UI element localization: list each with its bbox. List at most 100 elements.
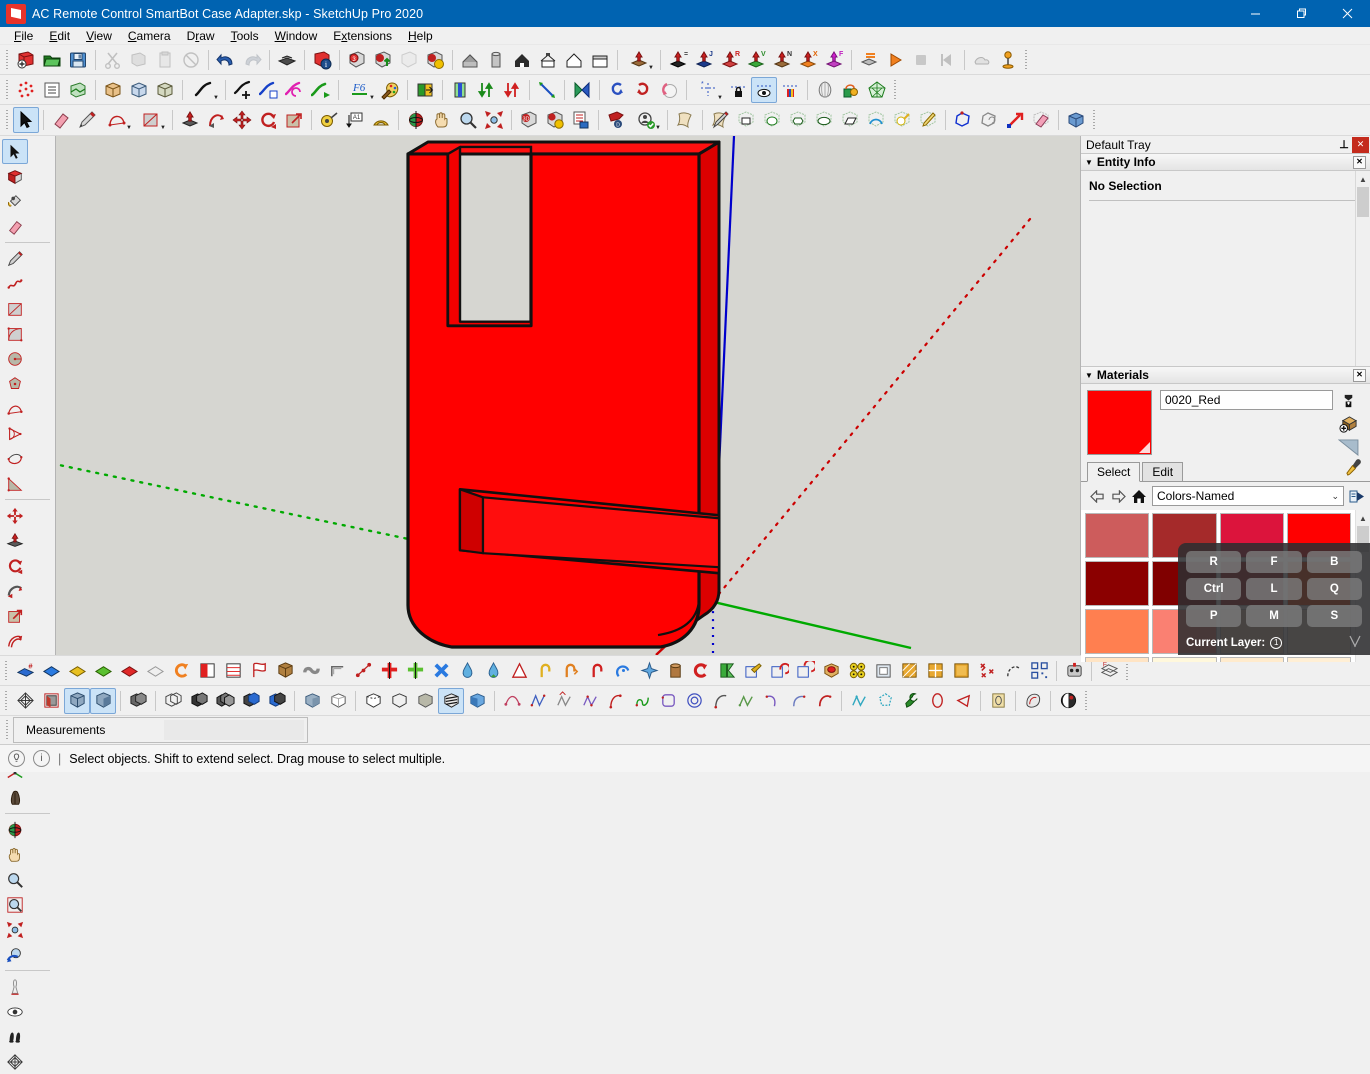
menu-edit[interactable]: Edit bbox=[41, 27, 78, 45]
wrench-icon[interactable] bbox=[898, 688, 924, 714]
solid-union-icon[interactable] bbox=[126, 77, 152, 103]
freehand-plus-icon[interactable] bbox=[230, 77, 256, 103]
pencil-icon[interactable] bbox=[74, 107, 100, 133]
tool-look-around-icon[interactable] bbox=[2, 999, 28, 1024]
style-texture-icon[interactable] bbox=[438, 687, 464, 714]
house-solid-icon[interactable] bbox=[509, 47, 535, 73]
model-info-icon[interactable]: i bbox=[309, 47, 335, 73]
display-secondary-icon[interactable] bbox=[1336, 437, 1360, 457]
tool-rectangle-icon[interactable] bbox=[2, 296, 28, 321]
tool-arc-icon[interactable] bbox=[2, 396, 28, 421]
create-material-icon[interactable] bbox=[1336, 391, 1360, 411]
menu-camera[interactable]: Camera bbox=[120, 27, 179, 45]
eraser-icon[interactable] bbox=[48, 107, 74, 133]
component-list-icon[interactable] bbox=[568, 107, 594, 133]
tool-eraser-icon[interactable] bbox=[2, 214, 28, 239]
polyline-cyan-icon[interactable] bbox=[846, 688, 872, 714]
zoom-extents-icon[interactable] bbox=[481, 107, 507, 133]
guide-color-icon[interactable] bbox=[777, 77, 803, 103]
dots-line-icon[interactable] bbox=[350, 658, 376, 684]
house-outline-icon[interactable] bbox=[561, 47, 587, 73]
tag-icon[interactable]: D bbox=[603, 107, 629, 133]
key-p[interactable]: P bbox=[1186, 605, 1242, 627]
paint-bucket-add-icon[interactable] bbox=[1336, 414, 1360, 434]
flip-up-down-icon[interactable] bbox=[499, 77, 525, 103]
copy-icon[interactable] bbox=[126, 47, 152, 73]
sandbox-icon[interactable] bbox=[13, 77, 39, 103]
shape-cone-icon[interactable] bbox=[915, 107, 941, 133]
tool-move-icon[interactable] bbox=[2, 503, 28, 528]
triangle-down-icon[interactable]: ▼ bbox=[1085, 158, 1093, 167]
outline-blue-icon[interactable] bbox=[950, 107, 976, 133]
tool-zoom-icon[interactable] bbox=[2, 867, 28, 892]
move-icon[interactable] bbox=[229, 107, 255, 133]
mirror-icon[interactable] bbox=[569, 77, 595, 103]
protractor-icon[interactable] bbox=[368, 107, 394, 133]
component-icon[interactable]: 3 bbox=[344, 47, 370, 73]
toolbar-grip[interactable] bbox=[4, 109, 11, 131]
style-xray-icon[interactable] bbox=[386, 688, 412, 714]
tool-polygon-icon[interactable] bbox=[2, 371, 28, 396]
grid-quad-icon[interactable] bbox=[922, 658, 948, 684]
tool-line-icon[interactable] bbox=[2, 246, 28, 271]
spiral-icon[interactable] bbox=[681, 688, 707, 714]
box-brown-icon[interactable] bbox=[272, 658, 298, 684]
lollipop-icon[interactable] bbox=[838, 77, 864, 103]
minimize-icon[interactable] bbox=[1232, 0, 1278, 27]
tool-pan-icon[interactable] bbox=[2, 842, 28, 867]
materials-close-icon[interactable]: ✕ bbox=[1353, 368, 1366, 382]
paint-palette-icon[interactable] bbox=[377, 77, 403, 103]
toolbar-grip[interactable] bbox=[3, 689, 10, 712]
tool-section-plane-icon[interactable] bbox=[2, 1049, 28, 1074]
style-hidden-icon[interactable] bbox=[360, 688, 386, 714]
measurements-input[interactable] bbox=[164, 720, 304, 740]
menu-draw[interactable]: Draw bbox=[179, 27, 223, 45]
page-icon[interactable] bbox=[672, 107, 698, 133]
tool-freehand-icon[interactable] bbox=[2, 271, 28, 296]
orbit-icon[interactable] bbox=[403, 107, 429, 133]
tool-make-component-icon[interactable] bbox=[2, 164, 28, 189]
entity-info-scrollbar[interactable]: ▲ bbox=[1355, 171, 1370, 366]
rotate-right-icon[interactable] bbox=[630, 77, 656, 103]
home-icon[interactable] bbox=[1131, 488, 1147, 504]
toolbar-grip[interactable] bbox=[4, 48, 11, 71]
bezier-icon[interactable] bbox=[499, 688, 525, 714]
star-icon[interactable] bbox=[636, 658, 662, 684]
tool-offset-icon[interactable] bbox=[2, 628, 28, 653]
pan-icon[interactable] bbox=[429, 107, 455, 133]
tool-scale-icon[interactable] bbox=[2, 603, 28, 628]
house-box-icon[interactable] bbox=[535, 47, 561, 73]
tool-3point-arc-icon[interactable] bbox=[2, 446, 28, 471]
material-swatch[interactable] bbox=[1083, 512, 1151, 559]
tool-walk-icon[interactable] bbox=[2, 1024, 28, 1049]
triangle-red-icon[interactable] bbox=[950, 688, 976, 714]
menu-view[interactable]: View bbox=[78, 27, 120, 45]
tool-zoom-extents-icon[interactable] bbox=[2, 917, 28, 942]
tool-orbit-icon[interactable] bbox=[2, 817, 28, 842]
dimension-icon[interactable]: A1 bbox=[342, 107, 368, 133]
cube-blue-icon[interactable] bbox=[1063, 107, 1089, 133]
entity-info-header[interactable]: ▼ Entity Info ✕ bbox=[1081, 153, 1370, 171]
red-stone-icon[interactable] bbox=[818, 658, 844, 684]
arrow-right-icon[interactable] bbox=[1110, 488, 1126, 504]
gray-tube-icon[interactable] bbox=[298, 658, 324, 684]
green-diamond-icon[interactable] bbox=[90, 658, 116, 684]
tool-previous-view-icon[interactable] bbox=[2, 942, 28, 967]
section-fill-icon[interactable] bbox=[90, 687, 116, 714]
hook-curve-icon[interactable] bbox=[759, 688, 785, 714]
key-ctrl[interactable]: Ctrl bbox=[1186, 578, 1242, 600]
triangle-icon[interactable] bbox=[506, 658, 532, 684]
push-v-icon[interactable]: V bbox=[743, 47, 769, 73]
guide-menu-icon[interactable]: * ▼ bbox=[691, 77, 725, 103]
material-swatch[interactable] bbox=[1083, 608, 1151, 655]
shape-rect-icon[interactable] bbox=[733, 107, 759, 133]
blue-cross-icon[interactable] bbox=[428, 658, 454, 684]
select-arrow-icon[interactable] bbox=[13, 107, 39, 133]
style-mono-icon[interactable] bbox=[412, 688, 438, 714]
material-swatch[interactable] bbox=[1151, 656, 1218, 662]
arc-red-icon[interactable] bbox=[811, 688, 837, 714]
pin-icon[interactable]: ⊥ bbox=[1336, 137, 1352, 153]
material-pick-icon[interactable] bbox=[447, 77, 473, 103]
materials-header[interactable]: ▼ Materials ✕ bbox=[1081, 366, 1370, 384]
tool-rotated-rectangle-icon[interactable] bbox=[2, 321, 28, 346]
